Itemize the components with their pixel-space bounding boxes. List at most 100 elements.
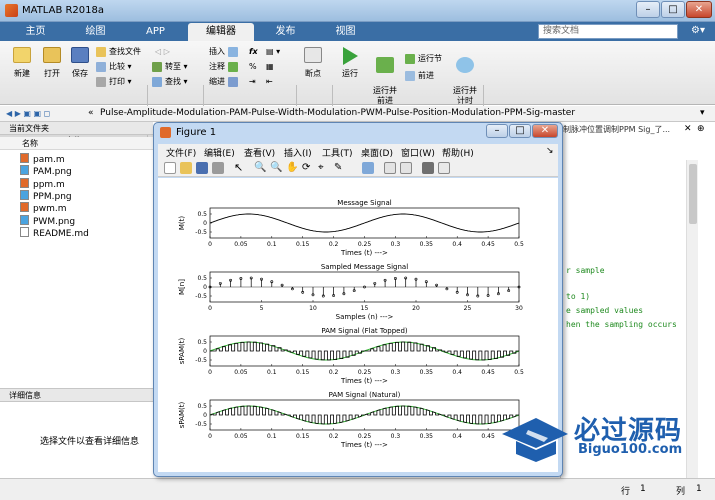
menu-window[interactable]: 窗口(W) bbox=[401, 146, 435, 159]
figure-title-bar[interactable]: Figure 1 – □ ✕ bbox=[154, 123, 562, 143]
menu-desktop[interactable]: 桌面(D) bbox=[361, 146, 393, 159]
comment-button[interactable]: 注释 bbox=[209, 61, 241, 73]
m-file-icon bbox=[20, 202, 29, 213]
nav-arrows-icon[interactable]: ◀ ▶ ▣ ▣ ◻ bbox=[6, 108, 50, 120]
tab-editor[interactable]: 编辑器 bbox=[188, 23, 254, 41]
column-header[interactable]: 名称 bbox=[0, 137, 153, 150]
file-item[interactable]: README.md bbox=[20, 226, 89, 239]
print-button[interactable]: 打印 ▾ bbox=[96, 76, 132, 88]
menu-help[interactable]: 帮助(H) bbox=[442, 146, 474, 159]
fx-button[interactable]: fx bbox=[249, 46, 258, 58]
matlab-logo-icon bbox=[5, 4, 18, 17]
x-tick-label: 0.5 bbox=[514, 241, 524, 248]
menu-file[interactable]: 文件(F) bbox=[166, 146, 196, 159]
x-tick-label: 0.1 bbox=[267, 241, 277, 248]
save-button[interactable]: 保存 bbox=[66, 47, 94, 79]
data-cursor-icon[interactable]: ⌖ bbox=[318, 162, 330, 174]
menu-insert[interactable]: 插入(I) bbox=[284, 146, 312, 159]
file-item[interactable]: ppm.m bbox=[20, 177, 65, 190]
x-tick-label: 0.2 bbox=[329, 369, 339, 376]
zoom-in-icon[interactable]: 🔍 bbox=[254, 162, 266, 174]
menu-view[interactable]: 查看(V) bbox=[244, 146, 275, 159]
back-forward-icon[interactable]: ◁ ▷ bbox=[155, 46, 170, 58]
legend-icon[interactable] bbox=[400, 162, 412, 174]
tab-plots[interactable]: 绘图 bbox=[68, 23, 123, 41]
open-button[interactable]: 打开 bbox=[38, 47, 66, 79]
percent-icon[interactable]: % bbox=[249, 61, 257, 73]
col-value: 1 bbox=[696, 484, 702, 494]
tab-publish[interactable]: 发布 bbox=[258, 23, 313, 41]
link-plot-icon[interactable] bbox=[362, 162, 374, 174]
pan-icon[interactable]: ✋ bbox=[286, 162, 298, 174]
figure-minimize-button[interactable]: – bbox=[486, 124, 508, 138]
file-item[interactable]: PWM.png bbox=[20, 214, 75, 227]
tab-apps[interactable]: APP bbox=[128, 23, 183, 41]
file-item[interactable]: pam.m bbox=[20, 153, 65, 165]
scrollbar-thumb[interactable] bbox=[689, 164, 697, 224]
pointer-icon[interactable]: ↖ bbox=[234, 162, 246, 174]
run-time-icon bbox=[456, 57, 474, 73]
rotate-icon[interactable]: ⟳ bbox=[302, 162, 314, 174]
file-item[interactable]: PPM.png bbox=[20, 189, 72, 202]
advance-button[interactable]: 前进 bbox=[405, 70, 434, 82]
x-axis-label: Times (t) ---> bbox=[340, 441, 388, 449]
figure-close-button[interactable]: ✕ bbox=[532, 124, 558, 138]
x-tick-label: 0.4 bbox=[452, 369, 462, 376]
uncomment-icon[interactable]: ▦ bbox=[266, 61, 274, 73]
save-figure-icon[interactable] bbox=[196, 162, 208, 174]
x-tick-label: 0.25 bbox=[358, 241, 372, 248]
x-tick-label: 0.2 bbox=[329, 433, 339, 440]
new-figure-icon[interactable] bbox=[164, 162, 176, 174]
find-button[interactable]: 查找 ▾ bbox=[152, 76, 188, 88]
insert-button[interactable]: 插入 bbox=[209, 46, 241, 58]
maximize-button[interactable]: □ bbox=[661, 1, 685, 18]
colorbar-icon[interactable] bbox=[384, 162, 396, 174]
menu-edit[interactable]: 编辑(E) bbox=[204, 146, 235, 159]
zoom-out-icon[interactable]: 🔍 bbox=[270, 162, 282, 174]
subplot-title: Sampled Message Signal bbox=[321, 263, 408, 271]
advance-label: 前进 bbox=[418, 71, 434, 80]
indent-icon bbox=[227, 76, 238, 87]
run-button[interactable]: 运行 bbox=[336, 47, 364, 79]
breakpoints-button[interactable]: 断点 bbox=[300, 47, 326, 79]
figure-canvas[interactable]: Message Signal 0 0.05 0.1 0.15 0.2 0.25 0.3 0.35… bbox=[158, 178, 558, 472]
file-item[interactable]: pwm.m bbox=[20, 202, 66, 214]
new-button[interactable]: 新建 bbox=[8, 47, 36, 79]
indent-more-icon[interactable]: ⇥ bbox=[249, 76, 256, 88]
subplots: Message Signal0 0.05 0.1 0.15 0.2 0.25 0.3 0.35… bbox=[178, 199, 524, 449]
editor-close-icon[interactable]: ✕ bbox=[684, 124, 692, 134]
checklist-icon[interactable]: ▤ ▾ bbox=[266, 46, 280, 58]
goto-button[interactable]: 转至 ▾ bbox=[152, 61, 188, 73]
open-file-icon[interactable] bbox=[180, 162, 192, 174]
address-bar[interactable]: ◀ ▶ ▣ ▣ ◻ « Pulse-Amplitude-Modulation-P… bbox=[0, 106, 715, 122]
indent-less-icon[interactable]: ⇤ bbox=[266, 76, 273, 88]
run-section-button[interactable]: 运行节 bbox=[405, 53, 442, 65]
editor-tab[interactable]: 制脉冲位置调制PPM Sig_了... bbox=[563, 124, 670, 135]
hide-plot-tools-icon[interactable] bbox=[422, 162, 434, 174]
close-button[interactable]: ✕ bbox=[686, 1, 712, 18]
indent-button[interactable]: 缩进 bbox=[209, 76, 241, 88]
brush-icon[interactable]: ✎ bbox=[334, 162, 346, 174]
current-path[interactable]: Pulse-Amplitude-Modulation-PAM-Pulse-Wid… bbox=[100, 108, 575, 118]
tab-view[interactable]: 视图 bbox=[318, 23, 373, 41]
quick-access-icon[interactable]: ⚙▾ bbox=[683, 24, 713, 39]
x-tick-label: 0.45 bbox=[481, 241, 495, 248]
minimize-button[interactable]: – bbox=[636, 1, 660, 18]
find-files-button[interactable]: 查找文件 bbox=[96, 46, 141, 58]
tab-home[interactable]: 主页 bbox=[8, 23, 63, 41]
save-label: 保存 bbox=[72, 69, 88, 78]
run-label: 运行 bbox=[342, 69, 358, 78]
path-dropdown-icon[interactable]: ▾ bbox=[700, 108, 705, 118]
image-file-icon bbox=[20, 214, 29, 225]
search-documentation-input[interactable]: 搜索文档 bbox=[538, 24, 678, 39]
x-tick-label: 0.25 bbox=[358, 369, 372, 376]
show-plot-tools-icon[interactable] bbox=[438, 162, 450, 174]
figure-maximize-button[interactable]: □ bbox=[509, 124, 531, 138]
compare-button[interactable]: 比较 ▾ bbox=[96, 61, 132, 73]
editor-menu-icon[interactable]: ⊕ bbox=[697, 124, 705, 134]
file-item[interactable]: PAM.png bbox=[20, 165, 72, 177]
menu-tools[interactable]: 工具(T) bbox=[322, 146, 353, 159]
print-figure-icon[interactable] bbox=[212, 162, 224, 174]
details-header: 详细信息 bbox=[0, 388, 153, 402]
menu-dock-icon[interactable]: ↘ bbox=[546, 146, 554, 156]
